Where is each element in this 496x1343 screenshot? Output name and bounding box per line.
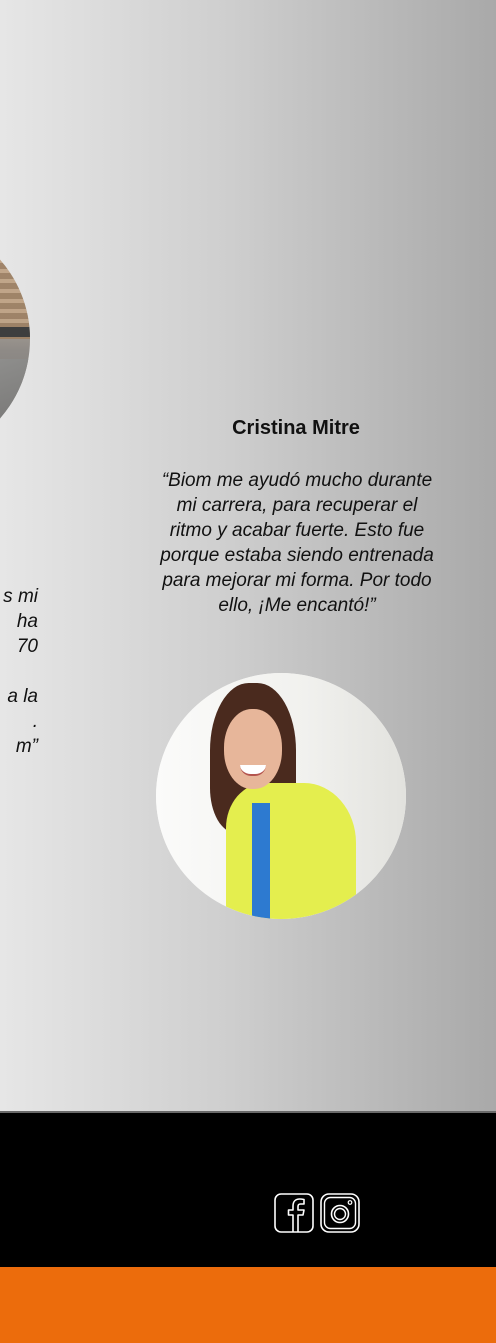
testimonial-name: Cristina Mitre (232, 417, 360, 439)
photo-ground (0, 359, 30, 459)
instagram-icon[interactable] (320, 1193, 360, 1233)
social-links (274, 1193, 360, 1233)
photo-face (224, 709, 282, 789)
testimonial-photo-left (0, 219, 30, 459)
testimonial-quote-left: s mi ha 70 a la . m” (3, 586, 38, 757)
bottom-bar (0, 1267, 496, 1343)
section-divider (0, 1111, 496, 1113)
testimonial-quote: “Biom me ayudó mucho durante mi carrera,… (160, 470, 434, 616)
photo-shirt (252, 803, 270, 919)
photo-jacket (226, 783, 356, 919)
photo-bridge (0, 327, 30, 337)
testimonial-photo (156, 673, 406, 919)
facebook-icon[interactable] (274, 1193, 314, 1233)
testimonials-section: s mi ha 70 a la . m” Cristina Mitre “Bio… (0, 0, 496, 1111)
